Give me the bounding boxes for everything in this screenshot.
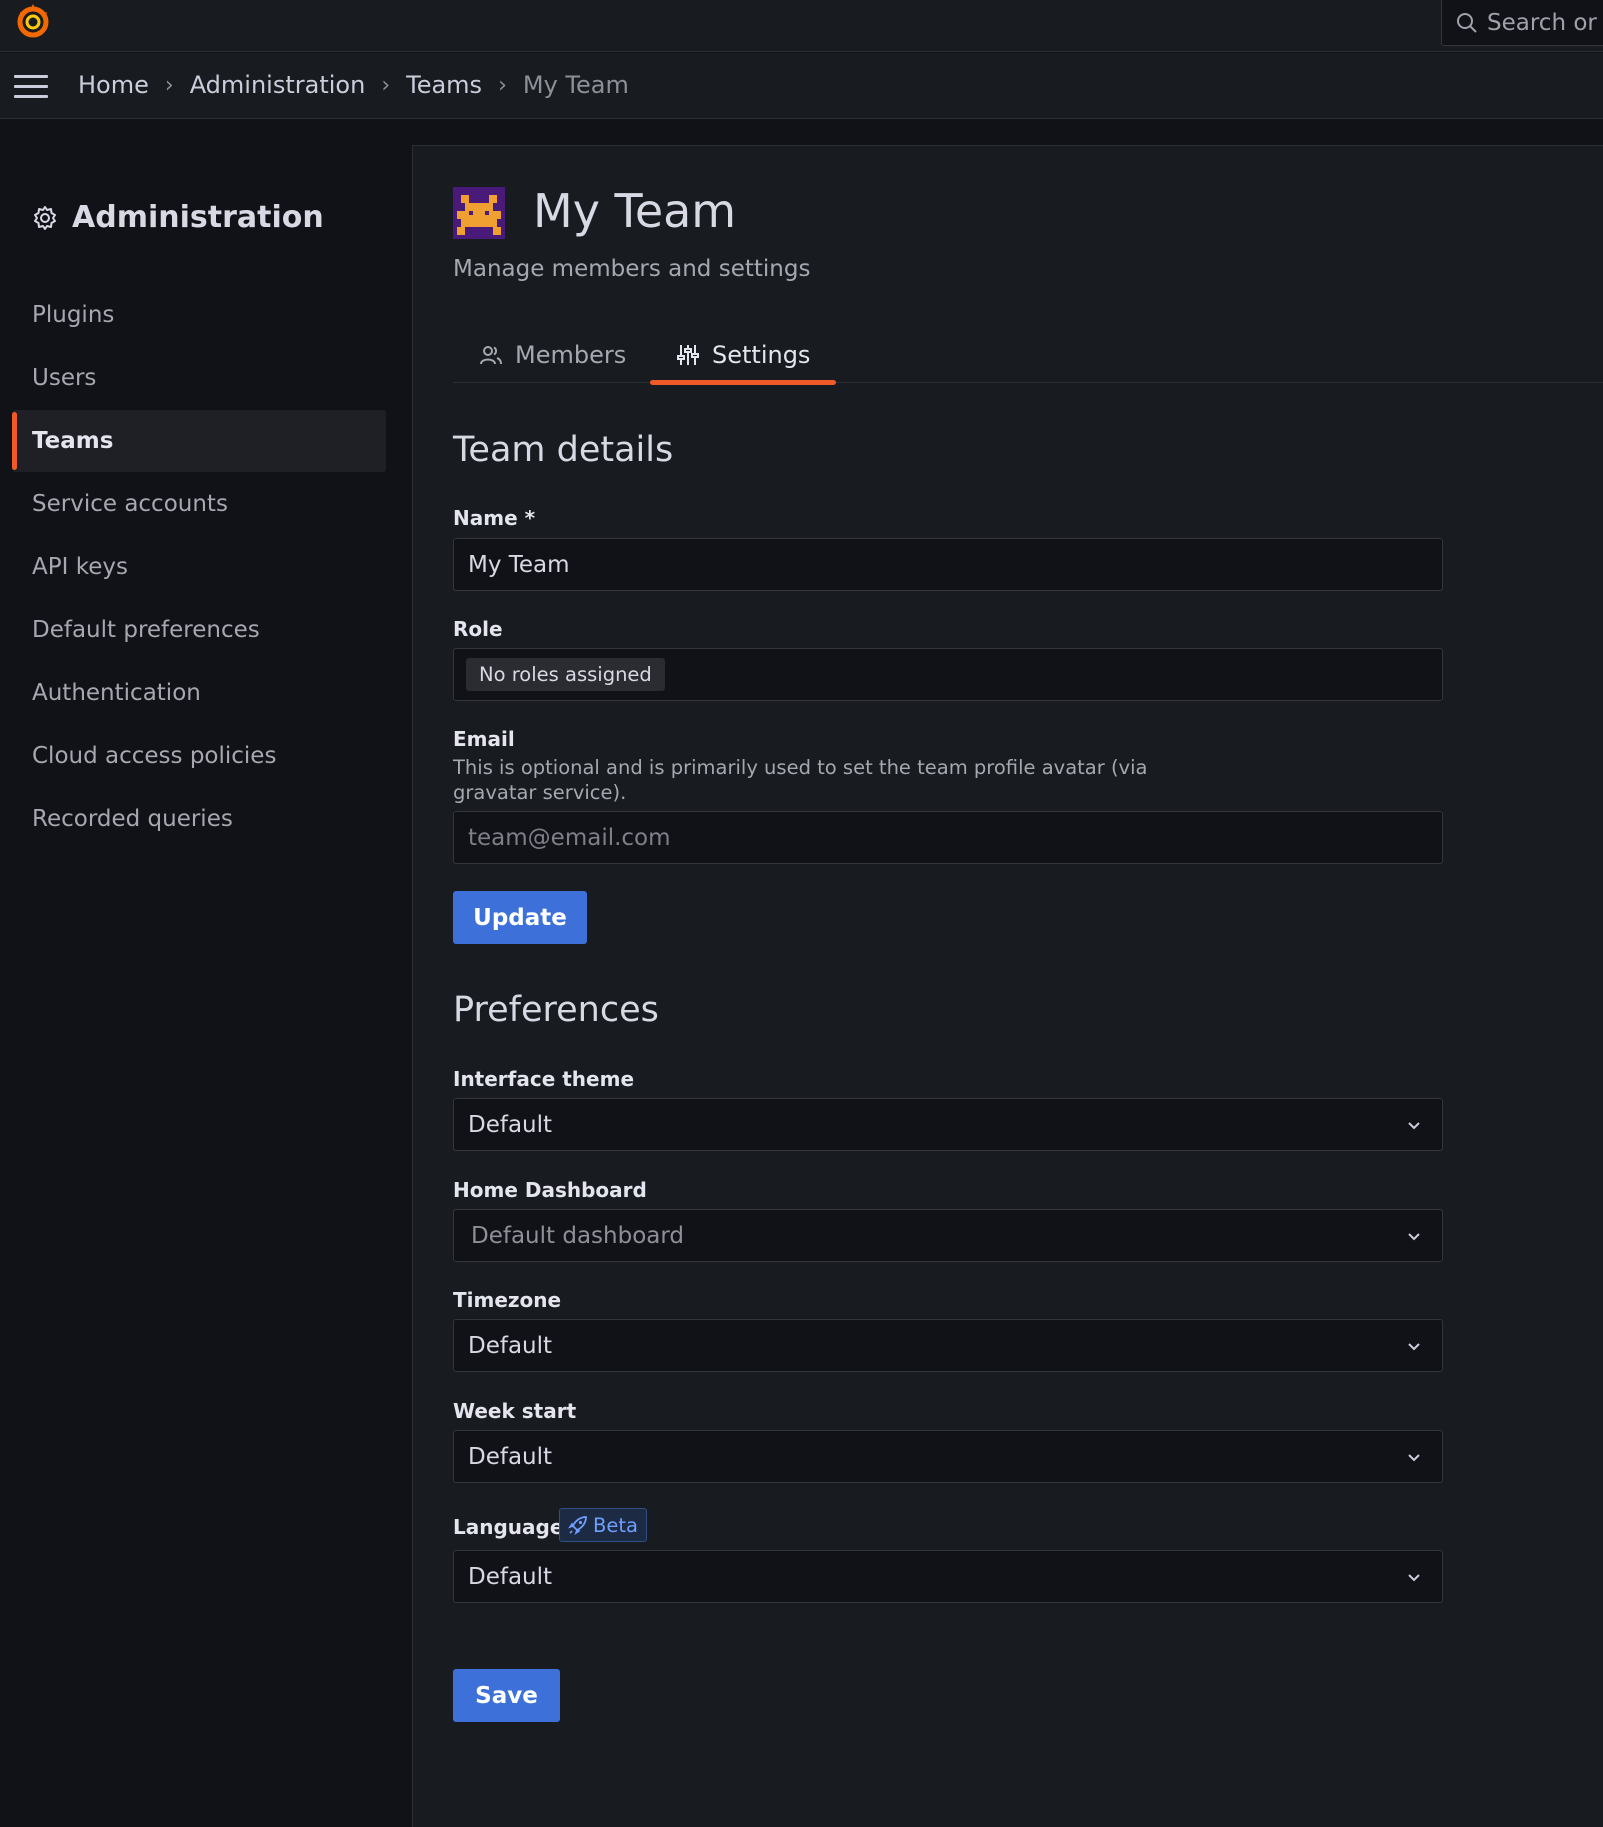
email-field[interactable] (453, 811, 1443, 864)
breadcrumb-current: My Team (522, 71, 629, 99)
sidebar-title: Administration (72, 200, 324, 235)
breadcrumb-administration[interactable]: Administration (190, 71, 366, 99)
sidebar: Administration Plugins Users Teams Servi… (0, 120, 412, 1827)
sidebar-item-api-keys[interactable]: API keys (12, 536, 386, 598)
email-label: Email (453, 727, 515, 751)
sidebar-item-teams[interactable]: Teams (12, 410, 386, 472)
role-pill: No roles assigned (466, 658, 665, 691)
update-button[interactable]: Update (453, 891, 587, 944)
name-label: Name * (453, 506, 536, 530)
name-field[interactable] (453, 538, 1443, 591)
sidebar-item-plugins[interactable]: Plugins (12, 284, 386, 346)
breadcrumb-home[interactable]: Home (78, 71, 149, 99)
email-input[interactable] (468, 824, 1442, 851)
gear-icon (34, 205, 56, 230)
week-start-label: Week start (453, 1399, 577, 1423)
home-dashboard-value: Default dashboard (471, 1222, 685, 1249)
page-subtitle: Manage members and settings (453, 256, 811, 282)
timezone-select[interactable]: Default (453, 1319, 1443, 1372)
preferences-heading: Preferences (453, 990, 659, 1030)
email-description: This is optional and is primarily used t… (453, 756, 1148, 804)
timezone-value: Default (468, 1332, 553, 1359)
tab-members-label: Members (515, 340, 627, 369)
language-value: Default (468, 1563, 553, 1590)
language-select[interactable]: Default (453, 1550, 1443, 1603)
breadcrumb: Home › Administration › Teams › My Team (78, 71, 629, 99)
search-box[interactable]: Search or jump to... (1441, 0, 1603, 46)
week-start-select[interactable]: Default (453, 1430, 1443, 1483)
chevron-down-icon (1408, 1122, 1420, 1130)
role-picker[interactable]: No roles assigned (453, 648, 1443, 701)
users-icon (480, 345, 502, 364)
theme-select[interactable]: Default (453, 1098, 1443, 1151)
chevron-down-icon (1408, 1454, 1420, 1462)
home-dashboard-select[interactable]: Default dashboard (453, 1209, 1443, 1262)
chevron-down-icon (1408, 1574, 1420, 1582)
theme-label: Interface theme (453, 1067, 635, 1091)
breadcrumb-teams[interactable]: Teams (406, 71, 482, 99)
tab-settings[interactable]: Settings (650, 326, 837, 385)
sidebar-item-users[interactable]: Users (12, 347, 386, 409)
theme-value: Default (468, 1111, 553, 1138)
name-input[interactable] (468, 551, 1442, 578)
team-details-heading: Team details (453, 430, 674, 470)
rocket-icon (568, 1516, 587, 1535)
sidebar-item-service-accounts[interactable]: Service accounts (12, 473, 386, 535)
role-label: Role (453, 617, 503, 641)
main-panel: My Team Manage members and settings Memb… (412, 145, 1603, 1827)
chevron-down-icon (1408, 1233, 1420, 1241)
breadcrumb-bar: Home › Administration › Teams › My Team (0, 53, 1603, 119)
tab-settings-label: Settings (712, 340, 811, 369)
tab-members[interactable]: Members (453, 326, 652, 383)
language-label: Language (453, 1515, 564, 1539)
tab-bar: Members Settings (453, 326, 1603, 385)
sidebar-item-cloud-access-policies[interactable]: Cloud access policies (12, 725, 386, 787)
chevron-right-icon: › (164, 72, 174, 98)
page-title: My Team (533, 184, 737, 238)
sidebar-nav: Plugins Users Teams Service accounts API… (12, 284, 386, 851)
top-bar: Search or jump to... (0, 0, 1603, 52)
sidebar-item-default-preferences[interactable]: Default preferences (12, 599, 386, 661)
sidebar-item-recorded-queries[interactable]: Recorded queries (12, 788, 386, 850)
chevron-right-icon: › (381, 72, 391, 98)
week-start-value: Default (468, 1443, 553, 1470)
team-avatar (453, 187, 505, 239)
sidebar-item-authentication[interactable]: Authentication (12, 662, 386, 724)
search-placeholder: Search or jump to... (1487, 9, 1603, 36)
grafana-logo-icon[interactable] (12, 0, 54, 42)
timezone-label: Timezone (453, 1288, 562, 1312)
chevron-down-icon (1408, 1343, 1420, 1351)
beta-badge: Beta (559, 1508, 647, 1542)
sliders-icon (677, 344, 699, 365)
home-dashboard-label: Home Dashboard (453, 1178, 647, 1202)
chevron-right-icon: › (498, 72, 507, 98)
beta-label: Beta (593, 1513, 638, 1537)
save-button[interactable]: Save (453, 1669, 560, 1722)
menu-toggle-icon[interactable] (14, 75, 48, 99)
sidebar-header: Administration (32, 200, 324, 235)
search-icon (1457, 12, 1477, 33)
